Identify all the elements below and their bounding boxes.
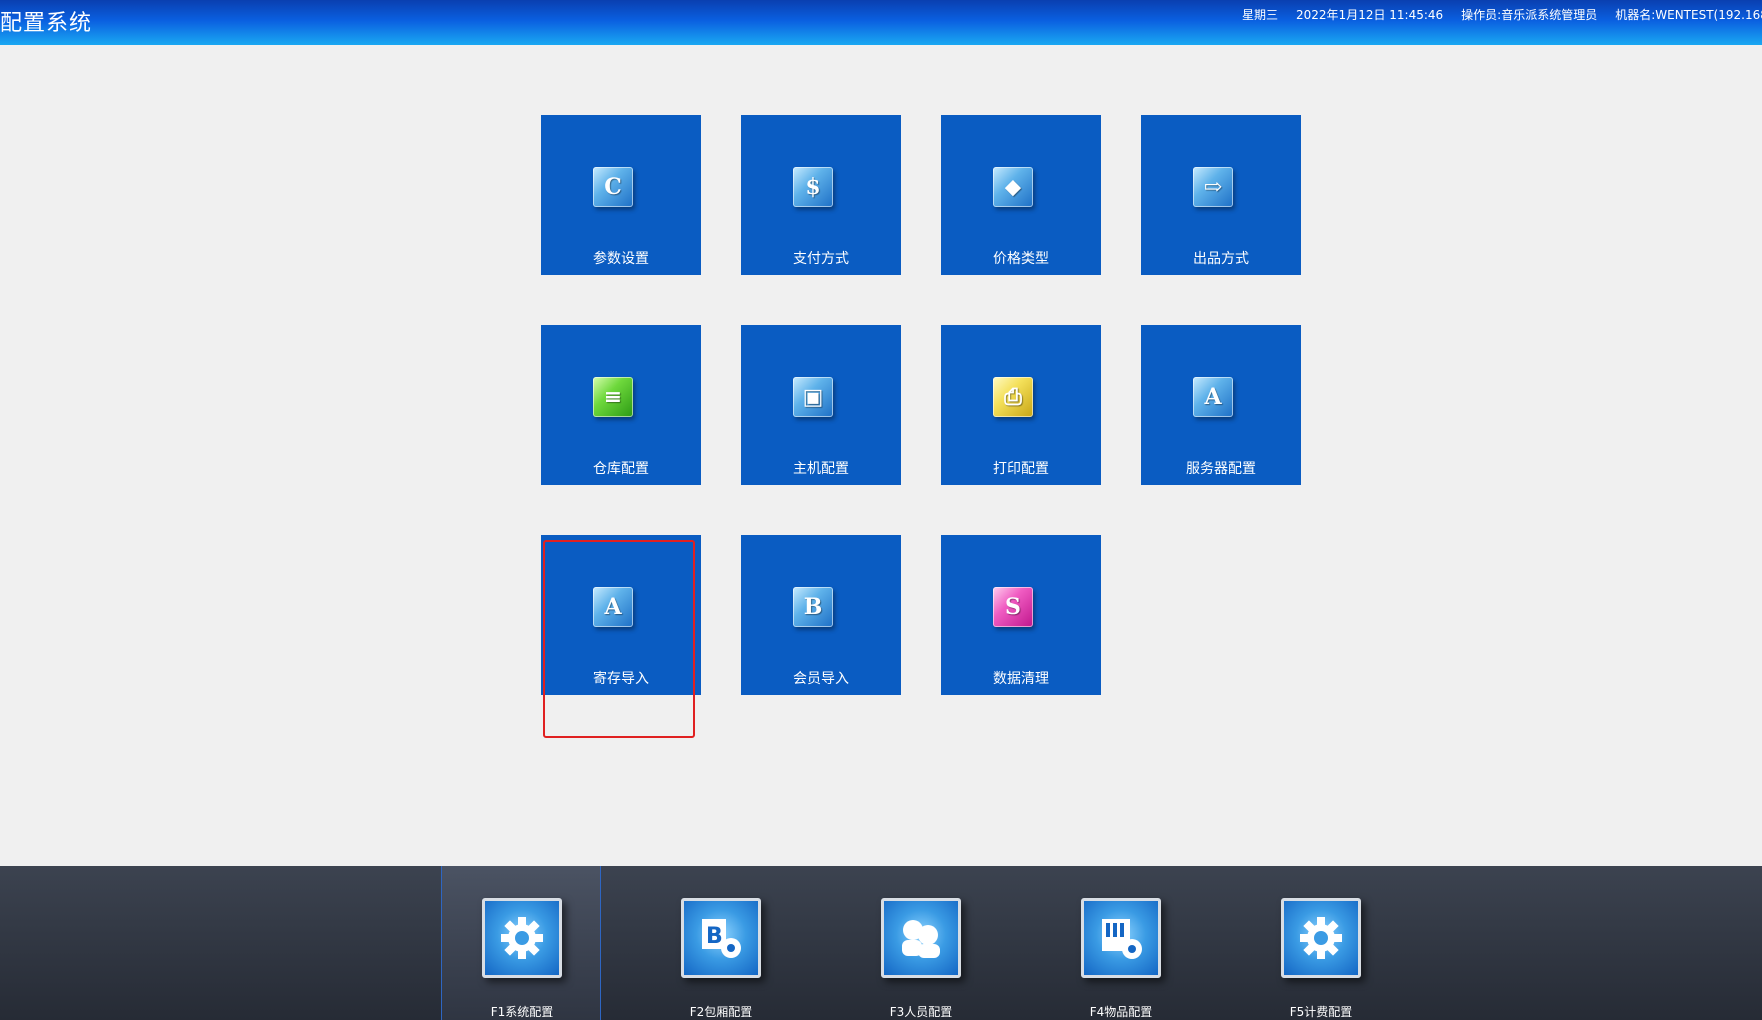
tile-member-import[interactable]: B 会员导入 (741, 535, 901, 695)
tile-label: 服务器配置 (1186, 461, 1256, 477)
goods-config-icon (1081, 898, 1161, 978)
server-a-icon: A (1193, 377, 1233, 417)
tile-host-config[interactable]: ▣ 主机配置 (741, 325, 901, 485)
room-config-icon: B (681, 898, 761, 978)
nav-f5-billing-config[interactable]: F5计费配置 (1241, 866, 1401, 1020)
tile-label: 支付方式 (793, 251, 849, 267)
datetime-text: 2022年1月12日 11:45:46 (1296, 8, 1444, 22)
operator-text: 操作员:音乐派系统管理员 (1461, 8, 1598, 22)
settings-doc-icon: C (593, 167, 633, 207)
nav-label: F4物品配置 (1089, 1005, 1153, 1019)
warehouse-icon: ≡ (593, 377, 633, 417)
gear-icon (1281, 898, 1361, 978)
tile-label: 参数设置 (593, 251, 649, 267)
tile-label: 仓库配置 (593, 461, 649, 477)
tile-print-config[interactable]: ⎙ 打印配置 (941, 325, 1101, 485)
tile-label: 主机配置 (793, 461, 849, 477)
nav-f1-system-config[interactable]: F1系统配置 (441, 866, 601, 1020)
machine-text: 机器名:WENTEST(192.168.2 (1615, 8, 1762, 22)
payment-icon: $ (793, 167, 833, 207)
people-icon (881, 898, 961, 978)
nav-f4-goods-config[interactable]: F4物品配置 (1041, 866, 1201, 1020)
output-icon: ⇨ (1193, 167, 1233, 207)
gear-icon (482, 898, 562, 978)
printer-icon: ⎙ (993, 377, 1033, 417)
svg-text:B: B (706, 924, 723, 949)
app-title: 配置系统 (0, 11, 93, 36)
title-bar: 配置系统 星期三 2022年1月12日 11:45:46 操作员:音乐派系统管理员 机… (0, 0, 1762, 45)
tile-price-types[interactable]: ⬥ 价格类型 (941, 115, 1101, 275)
tile-server-config[interactable]: A 服务器配置 (1141, 325, 1301, 485)
nav-f2-room-config[interactable]: B F2包厢配置 (641, 866, 801, 1020)
highlight-annotation-box (543, 540, 695, 738)
nav-label: F5计费配置 (1289, 1005, 1353, 1019)
tile-label: 会员导入 (793, 671, 849, 687)
tile-warehouse-config[interactable]: ≡ 仓库配置 (541, 325, 701, 485)
price-tag-icon: ⬥ (993, 167, 1033, 207)
tile-label: 打印配置 (993, 461, 1049, 477)
tile-parameter-settings[interactable]: C 参数设置 (541, 115, 701, 275)
member-import-b-icon: B (793, 587, 833, 627)
tile-payment-methods[interactable]: $ 支付方式 (741, 115, 901, 275)
nav-label: F1系统配置 (490, 1005, 554, 1019)
status-bar: 星期三 2022年1月12日 11:45:46 操作员:音乐派系统管理员 机器名:WE… (1242, 6, 1762, 23)
nav-f3-staff-config[interactable]: F3人员配置 (841, 866, 1001, 1020)
tile-label: 数据清理 (993, 671, 1049, 687)
nav-label: F3人员配置 (889, 1005, 953, 1019)
tile-label: 出品方式 (1193, 251, 1249, 267)
host-icon: ▣ (793, 377, 833, 417)
data-clean-s-icon: S (993, 587, 1033, 627)
nav-label: F2包厢配置 (689, 1005, 753, 1019)
weekday-text: 星期三 (1242, 8, 1279, 22)
tile-output-methods[interactable]: ⇨ 出品方式 (1141, 115, 1301, 275)
bottom-nav-bar: F1系统配置 B F2包厢配置 F3人员配置 F4物品配置 F5计费配置 (0, 866, 1762, 1020)
tile-label: 价格类型 (993, 251, 1049, 267)
tile-data-cleanup[interactable]: S 数据清理 (941, 535, 1101, 695)
